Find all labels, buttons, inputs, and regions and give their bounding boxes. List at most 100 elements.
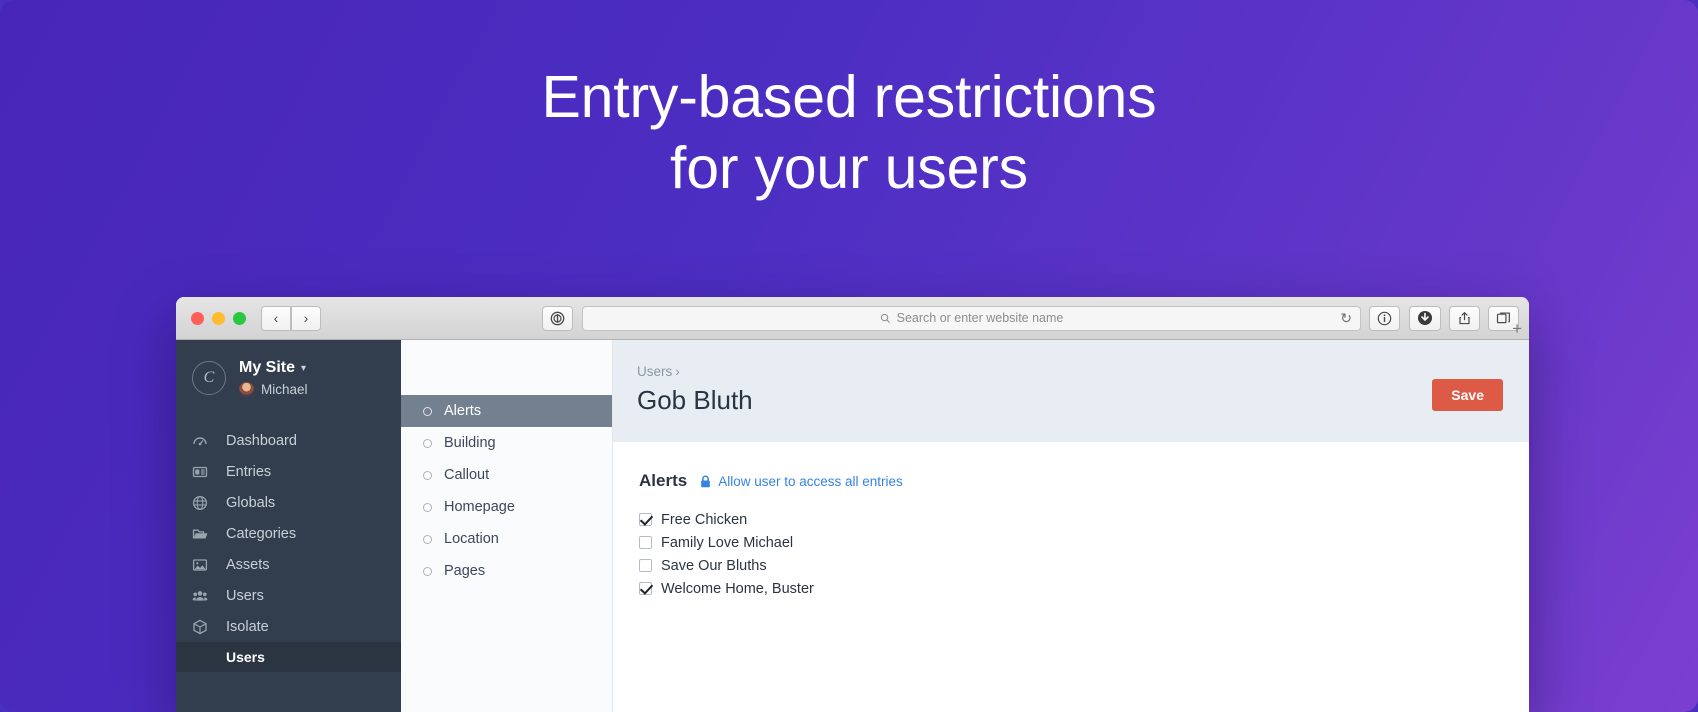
entry-label: Save Our Bluths xyxy=(661,557,767,574)
radio-icon xyxy=(423,438,432,448)
cube-icon xyxy=(192,619,220,635)
sidebar-item-label: Categories xyxy=(226,525,297,542)
entry-checkbox-row[interactable]: Free Chicken xyxy=(639,510,1529,529)
navigation-buttons: ‹ › xyxy=(261,305,322,331)
checkbox-icon[interactable] xyxy=(639,559,652,572)
user-name-label: Michael xyxy=(261,382,308,397)
save-button[interactable]: Save xyxy=(1432,379,1503,411)
entry-label: Family Love Michael xyxy=(661,534,794,551)
checkbox-icon[interactable] xyxy=(639,582,652,595)
zoom-button[interactable] xyxy=(233,311,246,325)
section-item-pages[interactable]: Pages xyxy=(401,555,612,587)
radio-icon xyxy=(423,406,432,416)
lock-icon xyxy=(700,475,711,488)
allow-all-entries-label: Allow user to access all entries xyxy=(718,473,903,489)
primary-sidebar: C My Site ▾ Michael Dashboard Entries Gl… xyxy=(176,340,401,712)
entries-icon xyxy=(192,464,220,480)
sidebar-subitem-users[interactable]: Users xyxy=(176,642,401,672)
site-logo: C xyxy=(192,361,226,395)
section-item-label: Pages xyxy=(444,563,486,579)
sidebar-item-users[interactable]: Users xyxy=(176,580,401,611)
share-icon[interactable] xyxy=(1449,305,1480,331)
minimize-button[interactable] xyxy=(212,311,225,325)
section-item-label: Building xyxy=(444,435,496,451)
checkbox-icon[interactable] xyxy=(639,513,652,526)
section-item-label: Homepage xyxy=(444,499,515,515)
avatar xyxy=(239,382,254,397)
section-header: Alerts Allow user to access all entries xyxy=(639,471,1529,491)
breadcrumb-separator: › xyxy=(675,364,680,379)
section-item-alerts[interactable]: Alerts xyxy=(401,395,612,427)
entry-checkbox-row[interactable]: Family Love Michael xyxy=(639,533,1529,552)
chevron-down-icon: ▾ xyxy=(301,362,307,374)
section-list: Alerts Building Callout Homepage Locatio… xyxy=(401,340,613,712)
sidebar-item-label: Isolate xyxy=(226,618,269,635)
window-controls xyxy=(191,311,246,325)
entry-permissions-panel: Alerts Allow user to access all entries xyxy=(613,442,1529,598)
entry-checkbox-list: Free Chicken Family Love Michael Save Ou… xyxy=(639,510,1529,598)
radio-icon xyxy=(423,534,432,544)
image-icon xyxy=(192,557,220,573)
new-tab-button[interactable]: + xyxy=(1512,320,1522,337)
globe-icon xyxy=(192,495,220,511)
address-placeholder: Search or enter website name xyxy=(880,311,1064,325)
current-user[interactable]: Michael xyxy=(239,382,308,397)
toolbar-right-actions xyxy=(1409,305,1520,331)
address-bar[interactable]: Search or enter website name ↻ xyxy=(582,305,1361,331)
site-info: My Site ▾ Michael xyxy=(239,359,308,397)
users-icon xyxy=(192,588,220,604)
close-button[interactable] xyxy=(191,311,204,325)
section-item-label: Alerts xyxy=(444,403,482,419)
sidebar-item-isolate[interactable]: Isolate xyxy=(176,611,401,642)
breadcrumb: Users › xyxy=(637,364,1529,379)
reload-icon[interactable]: ↻ xyxy=(1340,310,1352,327)
allow-all-entries-link[interactable]: Allow user to access all entries xyxy=(700,474,903,489)
sidebar-item-label: Dashboard xyxy=(226,432,297,449)
search-icon xyxy=(880,313,890,323)
entry-checkbox-row[interactable]: Save Our Bluths xyxy=(639,556,1529,575)
sidebar-toggle-icon[interactable] xyxy=(542,305,573,331)
checkbox-icon[interactable] xyxy=(639,536,652,549)
headline-line-1: Entry-based restrictions xyxy=(541,64,1157,130)
sidebar-item-categories[interactable]: Categories xyxy=(176,518,401,549)
site-switcher[interactable]: C My Site ▾ Michael xyxy=(176,340,401,397)
section-title: Alerts xyxy=(639,471,688,490)
browser-window: ‹ › Search or enter website name ↻ + C M… xyxy=(176,297,1529,712)
radio-icon xyxy=(423,470,432,480)
site-name-label: My Site xyxy=(239,359,296,376)
entry-label: Free Chicken xyxy=(661,511,748,528)
entry-label: Welcome Home, Buster xyxy=(661,580,814,597)
section-item-callout[interactable]: Callout xyxy=(401,459,612,491)
sidebar-item-entries[interactable]: Entries xyxy=(176,456,401,487)
breadcrumb-link-users[interactable]: Users xyxy=(637,364,672,379)
entry-checkbox-row[interactable]: Welcome Home, Buster xyxy=(639,579,1529,598)
page-title: Gob Bluth xyxy=(637,385,753,415)
sidebar-item-label: Globals xyxy=(226,494,276,511)
dashboard-icon xyxy=(192,433,220,449)
page-header: Users › Gob Bluth Save xyxy=(613,340,1529,442)
browser-toolbar: ‹ › Search or enter website name ↻ + xyxy=(176,297,1529,340)
section-item-building[interactable]: Building xyxy=(401,427,612,459)
main-panel: Users › Gob Bluth Save Alerts Allow user… xyxy=(613,340,1529,712)
folder-icon xyxy=(192,526,220,542)
hero-background: Entry-based restrictions for your users … xyxy=(0,0,1698,712)
headline-line-2: for your users xyxy=(670,134,1028,201)
sidebar-item-assets[interactable]: Assets xyxy=(176,549,401,580)
sidebar-item-label: Users xyxy=(226,587,264,604)
info-icon[interactable] xyxy=(1369,305,1400,331)
section-item-location[interactable]: Location xyxy=(401,523,612,555)
sidebar-item-label: Assets xyxy=(226,556,270,573)
radio-icon xyxy=(423,566,432,576)
section-item-label: Location xyxy=(444,531,499,547)
sidebar-item-label: Entries xyxy=(226,463,272,480)
section-item-homepage[interactable]: Homepage xyxy=(401,491,612,523)
download-icon[interactable] xyxy=(1409,305,1441,331)
sidebar-item-globals[interactable]: Globals xyxy=(176,487,401,518)
back-button[interactable]: ‹ xyxy=(261,305,291,331)
forward-button[interactable]: › xyxy=(291,305,321,331)
sidebar-nav: Dashboard Entries Globals Categories Ass… xyxy=(176,425,401,672)
site-name[interactable]: My Site ▾ xyxy=(239,359,308,377)
address-placeholder-text: Search or enter website name xyxy=(896,311,1064,325)
radio-icon xyxy=(423,502,432,512)
sidebar-item-dashboard[interactable]: Dashboard xyxy=(176,425,401,456)
